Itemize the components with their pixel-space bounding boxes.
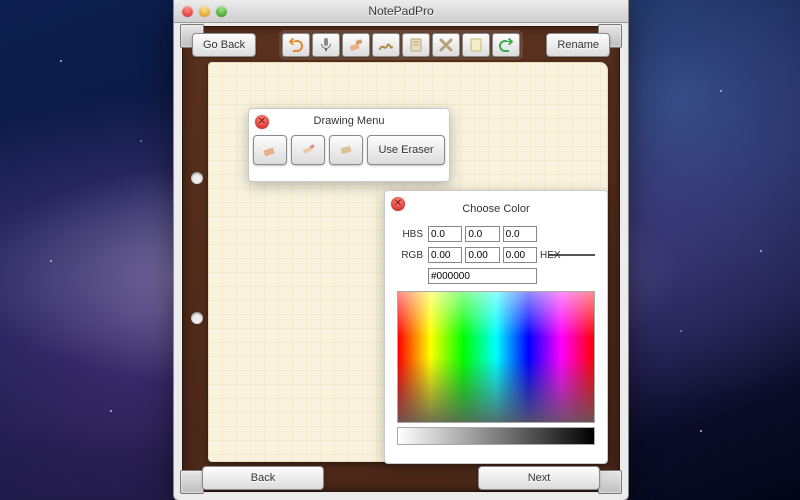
corner-ornament <box>180 470 204 494</box>
rename-button[interactable]: Rename <box>546 33 610 57</box>
go-back-button[interactable]: Go Back <box>192 33 256 57</box>
tool-strip <box>279 30 523 60</box>
drawing-menu-panel[interactable]: ✕ Drawing Menu Use Eraser <box>248 108 450 182</box>
color-picker-panel[interactable]: ✕ Choose Color HBS RGB HEX <box>384 190 608 464</box>
hex-input[interactable] <box>428 268 537 284</box>
hue-saturation-picker[interactable] <box>397 291 595 423</box>
app-window: NotePadPro Go Back <box>173 0 629 500</box>
panel-title: Drawing Menu <box>249 109 449 131</box>
eraser-tool-3-button[interactable] <box>329 135 363 165</box>
page-button[interactable] <box>462 33 490 57</box>
delete-button[interactable] <box>432 33 460 57</box>
eraser-brush-button[interactable] <box>342 33 370 57</box>
use-eraser-button[interactable]: Use Eraser <box>367 135 444 165</box>
notebook-page[interactable]: ✕ Drawing Menu Use Eraser <box>208 62 608 462</box>
hbs-label: HBS <box>397 229 425 240</box>
notebook-frame: Go Back <box>182 26 620 492</box>
window-title: NotePadPro <box>174 4 628 18</box>
eraser-brush-icon <box>348 37 364 53</box>
color-fields: HBS RGB HEX <box>397 225 595 285</box>
binder-hole <box>191 172 203 184</box>
titlebar[interactable]: NotePadPro <box>174 0 628 23</box>
delete-icon <box>438 37 454 53</box>
desktop-wallpaper: NotePadPro Go Back <box>0 0 800 500</box>
hbs-h-input[interactable] <box>428 226 462 242</box>
note-button[interactable] <box>402 33 430 57</box>
redo-icon <box>498 37 514 53</box>
brightness-slider[interactable] <box>397 427 595 445</box>
rgb-b-input[interactable] <box>503 247 537 263</box>
redo-button[interactable] <box>492 33 520 57</box>
microphone-button[interactable] <box>312 33 340 57</box>
close-icon[interactable]: ✕ <box>391 197 405 211</box>
microphone-icon <box>318 37 334 53</box>
eraser-tool-2-button[interactable] <box>291 135 325 165</box>
back-button[interactable]: Back <box>202 466 324 490</box>
pencil-eraser-icon <box>300 142 316 158</box>
undo-icon <box>288 37 304 53</box>
eraser-tool-1-button[interactable] <box>253 135 287 165</box>
rgb-label: RGB <box>397 250 425 261</box>
page-icon <box>468 37 484 53</box>
close-icon[interactable]: ✕ <box>255 115 269 129</box>
hbs-s-input[interactable] <box>503 226 537 242</box>
rgb-g-input[interactable] <box>465 247 499 263</box>
hbs-b-input[interactable] <box>465 226 499 242</box>
next-button[interactable]: Next <box>478 466 600 490</box>
eraser-icon <box>262 142 278 158</box>
block-eraser-icon <box>338 142 354 158</box>
scribble-button[interactable] <box>372 33 400 57</box>
hex-label: HEX <box>540 250 546 261</box>
top-toolbar: Go Back <box>192 32 610 58</box>
undo-button[interactable] <box>282 33 310 57</box>
scribble-icon <box>378 37 394 53</box>
rgb-r-input[interactable] <box>428 247 462 263</box>
binder-hole <box>191 312 203 324</box>
note-icon <box>408 37 424 53</box>
panel-title: Choose Color <box>391 197 601 219</box>
corner-ornament <box>598 470 622 494</box>
bottom-nav: Back Next <box>202 466 600 488</box>
